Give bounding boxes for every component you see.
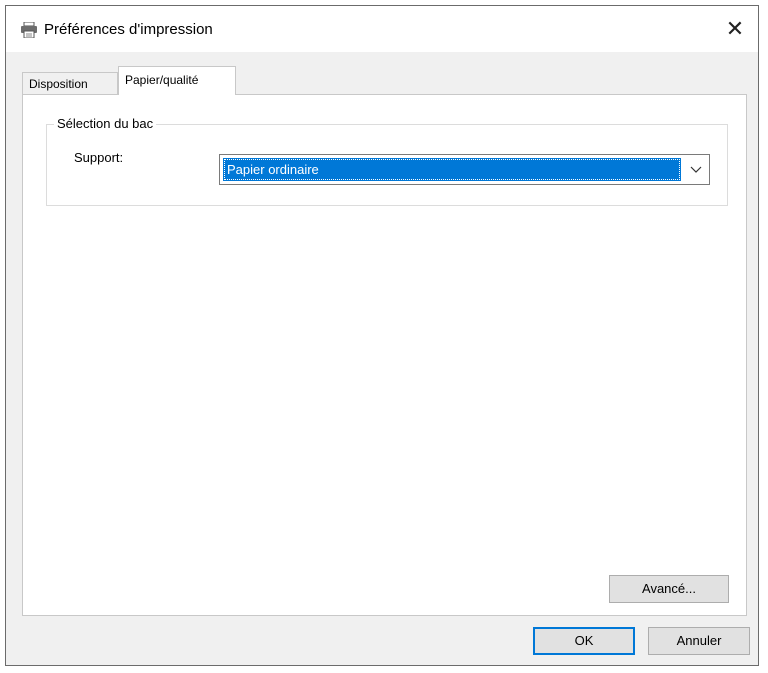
title-bar: Préférences d'impression ✕	[6, 6, 758, 52]
print-preferences-dialog: Préférences d'impression ✕ Disposition P…	[5, 5, 759, 666]
tab-papier-qualite[interactable]: Papier/qualité	[118, 66, 236, 95]
tab-panel-papier-qualite: Sélection du bac Support: Papier ordinai…	[22, 94, 747, 616]
chevron-down-icon	[689, 163, 703, 175]
ok-button[interactable]: OK	[533, 627, 635, 655]
close-button[interactable]: ✕	[712, 6, 758, 52]
printer-icon	[20, 21, 38, 39]
advanced-button[interactable]: Avancé...	[609, 575, 729, 603]
close-icon: ✕	[725, 16, 745, 41]
tray-selection-group: Sélection du bac Support: Papier ordinai…	[46, 116, 728, 206]
group-label: Sélection du bac	[54, 116, 157, 131]
cancel-button[interactable]: Annuler	[648, 627, 750, 655]
tab-disposition[interactable]: Disposition	[22, 72, 118, 94]
support-label: Support:	[74, 150, 124, 165]
support-dropdown[interactable]: Papier ordinaire	[219, 154, 710, 185]
window-title: Préférences d'impression	[44, 21, 213, 38]
support-selected-value: Papier ordinaire	[223, 158, 681, 181]
